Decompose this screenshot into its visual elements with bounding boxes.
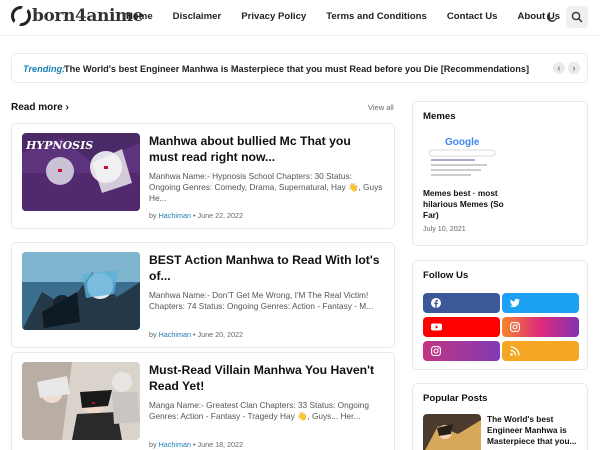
widget-title: Popular Posts bbox=[423, 393, 488, 404]
meme-post-date: July 10, 2021 bbox=[423, 224, 466, 233]
nav-contact-us[interactable]: Contact Us bbox=[447, 11, 498, 22]
search-icon bbox=[571, 11, 583, 23]
post-author[interactable]: Hachiman bbox=[159, 211, 191, 220]
site-logo[interactable]: born4anime bbox=[11, 6, 143, 26]
post-thumbnail[interactable]: HYPNOSIS bbox=[22, 133, 140, 211]
site-header: born4anime Home Disclaimer Privacy Polic… bbox=[0, 0, 600, 36]
trending-bar: Trending: The World's best Engineer Manh… bbox=[11, 53, 588, 83]
post-card[interactable]: BEST Action Manhwa to Read With lot's of… bbox=[11, 242, 395, 348]
post-title[interactable]: BEST Action Manhwa to Read With lot's of… bbox=[149, 252, 381, 284]
chevron-right-icon[interactable]: › bbox=[568, 62, 580, 74]
chevron-left-icon[interactable]: ‹ bbox=[553, 62, 565, 74]
twitter-icon bbox=[510, 298, 520, 308]
meta-separator: • bbox=[192, 211, 196, 220]
svg-text:HYPNOSIS: HYPNOSIS bbox=[25, 139, 93, 152]
moon-icon[interactable] bbox=[546, 10, 558, 22]
follow-widget: Follow Us bbox=[412, 260, 588, 370]
post-snippet: Manga Name:- Greatest Clan Chapters: 33 … bbox=[149, 400, 369, 421]
meta-separator: • bbox=[192, 440, 196, 449]
facebook-button[interactable] bbox=[423, 293, 500, 313]
logo-icon bbox=[11, 6, 31, 26]
view-all-link[interactable]: View all bbox=[368, 103, 394, 112]
read-more-heading[interactable]: Read more › bbox=[11, 102, 69, 113]
instagram-icon bbox=[510, 322, 520, 332]
meme-image-text: Google bbox=[445, 137, 480, 148]
post-snippet: Manhwa Name:- Don'T Get Me Wrong, I'M Th… bbox=[149, 290, 374, 311]
twitter-button[interactable] bbox=[502, 293, 579, 313]
popular-post-thumbnail[interactable] bbox=[423, 414, 481, 450]
youtube-button[interactable] bbox=[423, 317, 500, 337]
memes-widget: Memes Google Memes best · most hilarious… bbox=[412, 101, 588, 246]
post-thumbnail[interactable] bbox=[22, 362, 140, 440]
post-title[interactable]: Must-Read Villain Manhwa You Haven't Rea… bbox=[149, 362, 381, 394]
post-title[interactable]: Manhwa about bullied Mc That you must re… bbox=[149, 133, 381, 165]
post-snippet: Manhwa Name:- Hypnosis School Chapters: … bbox=[149, 171, 383, 203]
post-thumbnail[interactable] bbox=[22, 252, 140, 330]
read-more-label: Read more bbox=[11, 102, 63, 113]
post-card[interactable]: HYPNOSIS Manhwa about bullied Mc That yo… bbox=[11, 123, 395, 229]
rss-button[interactable] bbox=[502, 341, 579, 361]
post-date: June 18, 2022 bbox=[197, 440, 244, 449]
instagram-button[interactable] bbox=[423, 341, 500, 361]
trending-label: Trending: bbox=[23, 64, 66, 74]
rss-icon bbox=[510, 346, 520, 356]
post-date: June 22, 2022 bbox=[197, 211, 244, 220]
post-card[interactable]: Must-Read Villain Manhwa You Haven't Rea… bbox=[11, 352, 395, 450]
trending-link[interactable]: The World's best Engineer Manhwa is Mast… bbox=[64, 64, 529, 74]
nav-disclaimer[interactable]: Disclaimer bbox=[173, 11, 222, 22]
widget-title: Follow Us bbox=[423, 270, 469, 281]
facebook-icon bbox=[431, 298, 441, 308]
post-meta: by Hachiman • June 22, 2022 bbox=[149, 211, 244, 220]
search-button[interactable] bbox=[566, 6, 588, 28]
popular-posts-widget: Popular Posts The World's best Engineer … bbox=[412, 383, 588, 450]
post-author[interactable]: Hachiman bbox=[159, 330, 191, 339]
post-author[interactable]: Hachiman bbox=[159, 440, 191, 449]
post-meta: by Hachiman • June 18, 2022 bbox=[149, 440, 244, 449]
instagram-button[interactable] bbox=[502, 317, 579, 337]
post-date: June 20, 2022 bbox=[197, 330, 244, 339]
youtube-icon bbox=[431, 323, 442, 331]
post-meta: by Hachiman • June 20, 2022 bbox=[149, 330, 244, 339]
nav-terms[interactable]: Terms and Conditions bbox=[326, 11, 427, 22]
instagram-icon bbox=[431, 346, 441, 356]
meme-post-title[interactable]: Memes best · most hilarious Memes (So Fa… bbox=[423, 188, 513, 221]
popular-post-title[interactable]: The World's best Engineer Manhwa is Mast… bbox=[487, 414, 577, 447]
meta-separator: • bbox=[192, 330, 196, 339]
meme-thumbnail[interactable]: Google bbox=[423, 132, 501, 180]
nav-privacy-policy[interactable]: Privacy Policy bbox=[241, 11, 306, 22]
main-nav: Home Disclaimer Privacy Policy Terms and… bbox=[126, 11, 580, 22]
widget-title: Memes bbox=[423, 111, 456, 122]
nav-home[interactable]: Home bbox=[126, 11, 153, 22]
